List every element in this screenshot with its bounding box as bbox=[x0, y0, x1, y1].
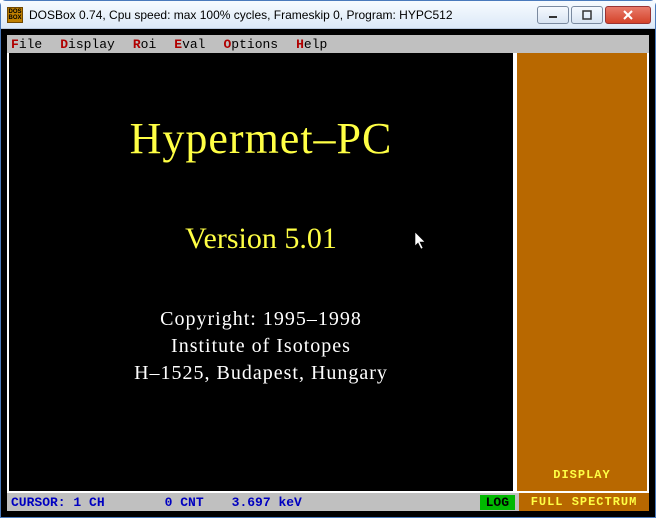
minimize-icon bbox=[548, 10, 558, 20]
side-label: DISPLAY bbox=[553, 466, 610, 485]
app-version: Version 5.01 bbox=[185, 222, 337, 256]
mouse-cursor-icon bbox=[415, 232, 427, 250]
status-row: CURSOR: 1 CH 0 CNT 3.697 keV LOG FULL SP… bbox=[7, 493, 649, 511]
menu-help[interactable]: Help bbox=[296, 37, 327, 52]
viewport: Hypermet–PC Version 5.01 Copyright: 1995… bbox=[7, 53, 649, 493]
splash-pane: Hypermet–PC Version 5.01 Copyright: 1995… bbox=[9, 53, 517, 491]
app-window: DOSBOX DOSBox 0.74, Cpu speed: max 100% … bbox=[0, 0, 656, 518]
status-log[interactable]: LOG bbox=[480, 495, 515, 510]
app-title: Hypermet–PC bbox=[130, 113, 393, 164]
menubar: File Display Roi Eval Options Help bbox=[7, 35, 649, 53]
window-controls bbox=[535, 6, 651, 24]
side-line1: DISPLAY bbox=[553, 466, 610, 485]
copyright-block: Copyright: 1995–1998 Institute of Isotop… bbox=[134, 306, 388, 387]
menu-display[interactable]: Display bbox=[60, 37, 115, 52]
menu-eval[interactable]: Eval bbox=[174, 37, 205, 52]
dos-frame: File Display Roi Eval Options Help Hyper… bbox=[7, 35, 649, 511]
app-version-text: Version 5.01 bbox=[185, 222, 337, 255]
maximize-button[interactable] bbox=[571, 6, 603, 24]
client-area: File Display Roi Eval Options Help Hyper… bbox=[1, 29, 655, 517]
close-icon bbox=[622, 10, 634, 20]
menu-roi[interactable]: Roi bbox=[133, 37, 156, 52]
titlebar[interactable]: DOSBOX DOSBox 0.74, Cpu speed: max 100% … bbox=[1, 1, 655, 29]
statusbar: CURSOR: 1 CH 0 CNT 3.697 keV LOG bbox=[7, 493, 519, 511]
copyright-line1: Copyright: 1995–1998 bbox=[134, 306, 388, 333]
minimize-button[interactable] bbox=[537, 6, 569, 24]
window-title: DOSBox 0.74, Cpu speed: max 100% cycles,… bbox=[29, 8, 535, 22]
side-line2-area: FULL SPECTRUM bbox=[519, 493, 649, 511]
maximize-icon bbox=[582, 10, 592, 20]
status-count: 0 CNT bbox=[165, 495, 204, 510]
close-button[interactable] bbox=[605, 6, 651, 24]
menu-file[interactable]: File bbox=[11, 37, 42, 52]
menu-options[interactable]: Options bbox=[223, 37, 278, 52]
status-energy: 3.697 keV bbox=[232, 495, 302, 510]
side-pane: DISPLAY bbox=[517, 53, 647, 491]
dosbox-icon: DOSBOX bbox=[7, 7, 23, 23]
status-cursor: CURSOR: 1 CH bbox=[11, 495, 105, 510]
side-line2: FULL SPECTRUM bbox=[531, 495, 638, 509]
copyright-line3: H–1525, Budapest, Hungary bbox=[134, 360, 388, 387]
copyright-line2: Institute of Isotopes bbox=[134, 333, 388, 360]
